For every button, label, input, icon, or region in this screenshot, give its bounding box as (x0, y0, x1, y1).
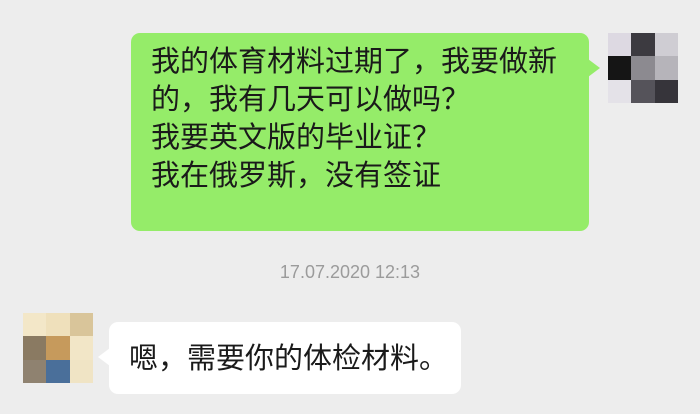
avatar-pixel (654, 79, 678, 103)
avatar-pixel (46, 313, 70, 337)
avatar-pixel (631, 79, 655, 103)
avatar-pixel (23, 313, 47, 337)
avatar-pixel (46, 336, 70, 360)
message-line: 我的体育材料过期了，我要做新 (151, 44, 558, 78)
my-avatar[interactable] (608, 33, 678, 103)
avatar-pixel (631, 33, 655, 57)
avatar-pixel (46, 359, 70, 383)
message-line: 的，我有几天可以做吗？ (151, 82, 471, 116)
avatar-pixel (631, 56, 655, 80)
avatar-pixel (23, 359, 47, 383)
outgoing-message-bubble[interactable]: 我的体育材料过期了，我要做新 的，我有几天可以做吗？ 我要英文版的毕业证？ 我在… (131, 33, 600, 231)
message-line: 嗯，需要你的体检材料。 (129, 341, 449, 375)
avatar-pixel (69, 313, 93, 337)
contact-avatar[interactable] (23, 313, 93, 383)
avatar-pixel (608, 33, 632, 57)
avatar-pixel (23, 336, 47, 360)
message-line: 我在俄罗斯，没有签证 (151, 158, 442, 192)
avatar-pixel (608, 56, 632, 80)
avatar-pixel (608, 79, 632, 103)
incoming-message-bubble[interactable]: 嗯，需要你的体检材料。 (98, 322, 461, 394)
avatar-pixel (654, 33, 678, 57)
message-timestamp: 17.07.2020 12:13 (279, 262, 421, 282)
avatar-pixel (654, 56, 678, 80)
avatar-pixel (69, 359, 93, 383)
message-line: 我要英文版的毕业证？ (151, 120, 442, 154)
avatar-pixel (69, 336, 93, 360)
